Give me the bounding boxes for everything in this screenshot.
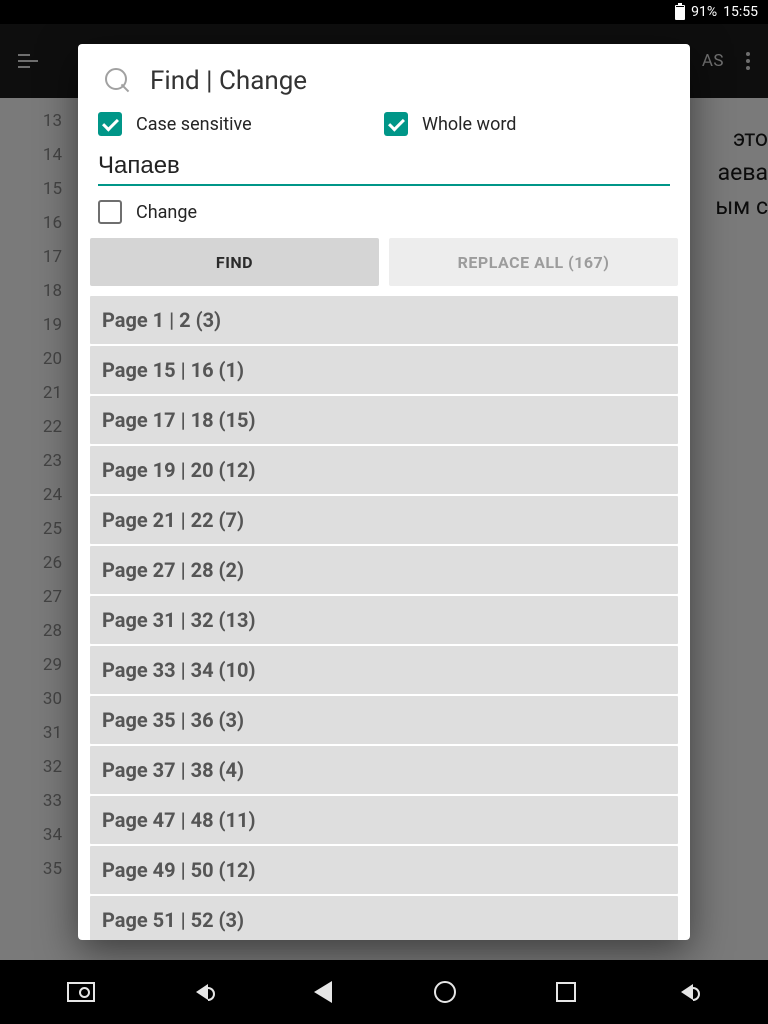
result-item[interactable]: Page 33 | 34 (10) xyxy=(90,646,678,694)
clock: 15:55 xyxy=(723,4,758,20)
back-icon[interactable] xyxy=(309,978,337,1006)
change-checkbox[interactable] xyxy=(98,200,122,224)
recent-icon[interactable] xyxy=(552,978,580,1006)
battery-icon xyxy=(675,5,685,20)
volume-down-icon[interactable] xyxy=(188,978,216,1006)
result-item[interactable]: Page 15 | 16 (1) xyxy=(90,346,678,394)
whole-word-label: Whole word xyxy=(422,114,516,135)
results-list: Page 1 | 2 (3)Page 15 | 16 (1)Page 17 | … xyxy=(78,296,690,940)
case-sensitive-label: Case sensitive xyxy=(136,114,252,135)
result-item[interactable]: Page 31 | 32 (13) xyxy=(90,596,678,644)
home-icon[interactable] xyxy=(431,978,459,1006)
replace-all-button[interactable]: REPLACE ALL (167) xyxy=(389,238,678,286)
result-item[interactable]: Page 51 | 52 (3) xyxy=(90,896,678,940)
result-item[interactable]: Page 47 | 48 (11) xyxy=(90,796,678,844)
find-change-dialog: Find | Change Case sensitive Whole word … xyxy=(78,44,690,940)
result-item[interactable]: Page 37 | 38 (4) xyxy=(90,746,678,794)
search-input[interactable] xyxy=(98,146,670,186)
result-item[interactable]: Page 19 | 20 (12) xyxy=(90,446,678,494)
whole-word-checkbox[interactable] xyxy=(384,112,408,136)
result-item[interactable]: Page 1 | 2 (3) xyxy=(90,296,678,344)
battery-percent: 91% xyxy=(691,4,717,20)
status-bar: 91% 15:55 xyxy=(0,0,768,24)
result-item[interactable]: Page 35 | 36 (3) xyxy=(90,696,678,744)
result-item[interactable]: Page 49 | 50 (12) xyxy=(90,846,678,894)
screenshot-icon[interactable] xyxy=(67,978,95,1006)
case-sensitive-checkbox[interactable] xyxy=(98,112,122,136)
result-item[interactable]: Page 27 | 28 (2) xyxy=(90,546,678,594)
change-label: Change xyxy=(136,202,197,223)
find-button[interactable]: FIND xyxy=(90,238,379,286)
result-item[interactable]: Page 21 | 22 (7) xyxy=(90,496,678,544)
result-item[interactable]: Page 17 | 18 (15) xyxy=(90,396,678,444)
dialog-title: Find | Change xyxy=(150,66,307,96)
system-nav-bar xyxy=(0,960,768,1024)
search-icon xyxy=(104,67,132,95)
volume-up-icon[interactable] xyxy=(673,978,701,1006)
